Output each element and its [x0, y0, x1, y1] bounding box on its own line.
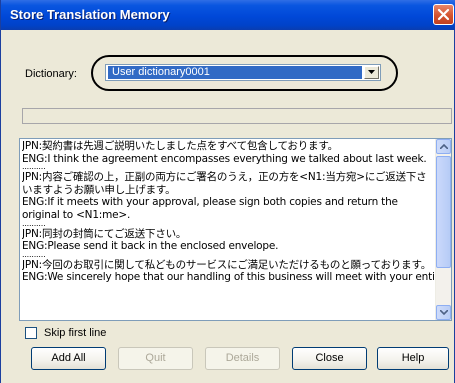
- details-button[interactable]: Details: [205, 347, 280, 370]
- dictionary-selected-value: User dictionary0001: [108, 66, 362, 79]
- store-translation-memory-dialog: Store Translation Memory Dictionary: Use…: [0, 0, 455, 383]
- dictionary-select[interactable]: User dictionary0001: [105, 64, 381, 81]
- memory-text-content: JPN:契約書は先週ご説明いたしました点をすべて包含しております。 ENG:I …: [22, 140, 434, 284]
- scroll-thumb[interactable]: [436, 156, 451, 268]
- skip-first-line-label[interactable]: Skip first line: [44, 327, 106, 339]
- memory-line: ENG:Please send it back in the enclosed …: [22, 240, 279, 253]
- quit-button[interactable]: Quit: [118, 347, 193, 370]
- chevron-up-icon: [440, 144, 448, 149]
- add-all-button[interactable]: Add All: [31, 347, 106, 370]
- scroll-up-button[interactable]: [436, 139, 451, 154]
- close-button[interactable]: Close: [292, 347, 367, 370]
- memory-line: ENG:If it meets with your approval, plea…: [22, 196, 398, 221]
- scroll-down-button[interactable]: [436, 305, 451, 320]
- progress-bar: [22, 108, 452, 124]
- memory-line: JPN:同封の封筒にてご返送下さい。: [22, 227, 187, 240]
- vertical-scrollbar[interactable]: [435, 139, 451, 320]
- memory-line: JPN:契約書は先週ご説明いたしました点をすべて包含しております。: [22, 140, 338, 152]
- window-title: Store Translation Memory: [10, 7, 170, 22]
- dictionary-dropdown-button[interactable]: [364, 66, 379, 79]
- memory-line: JPN:今回のお取引に関して私どものサービスにご満足いただけるものと願っておりま…: [22, 258, 432, 271]
- memory-line: ENG:I think the agreement encompasses ev…: [22, 152, 427, 165]
- memory-line: JPN:内容ご確認の上，正副の両方にご署名のうえ，正の方を<N1:当方宛>にご返…: [22, 171, 427, 196]
- dictionary-label: Dictionary:: [25, 68, 77, 80]
- memory-line: ENG:We sincerely hope that our handling …: [22, 271, 434, 284]
- memory-text-area[interactable]: JPN:契約書は先週ご説明いたしました点をすべて包含しております。 ENG:I …: [19, 138, 452, 321]
- skip-first-line-checkbox[interactable]: [25, 327, 37, 339]
- close-icon: [437, 8, 450, 21]
- chevron-down-icon: [440, 310, 448, 315]
- close-window-button[interactable]: [433, 4, 454, 25]
- title-bar[interactable]: Store Translation Memory: [1, 0, 455, 30]
- help-button[interactable]: Help: [377, 347, 449, 370]
- chevron-down-icon: [368, 70, 375, 74]
